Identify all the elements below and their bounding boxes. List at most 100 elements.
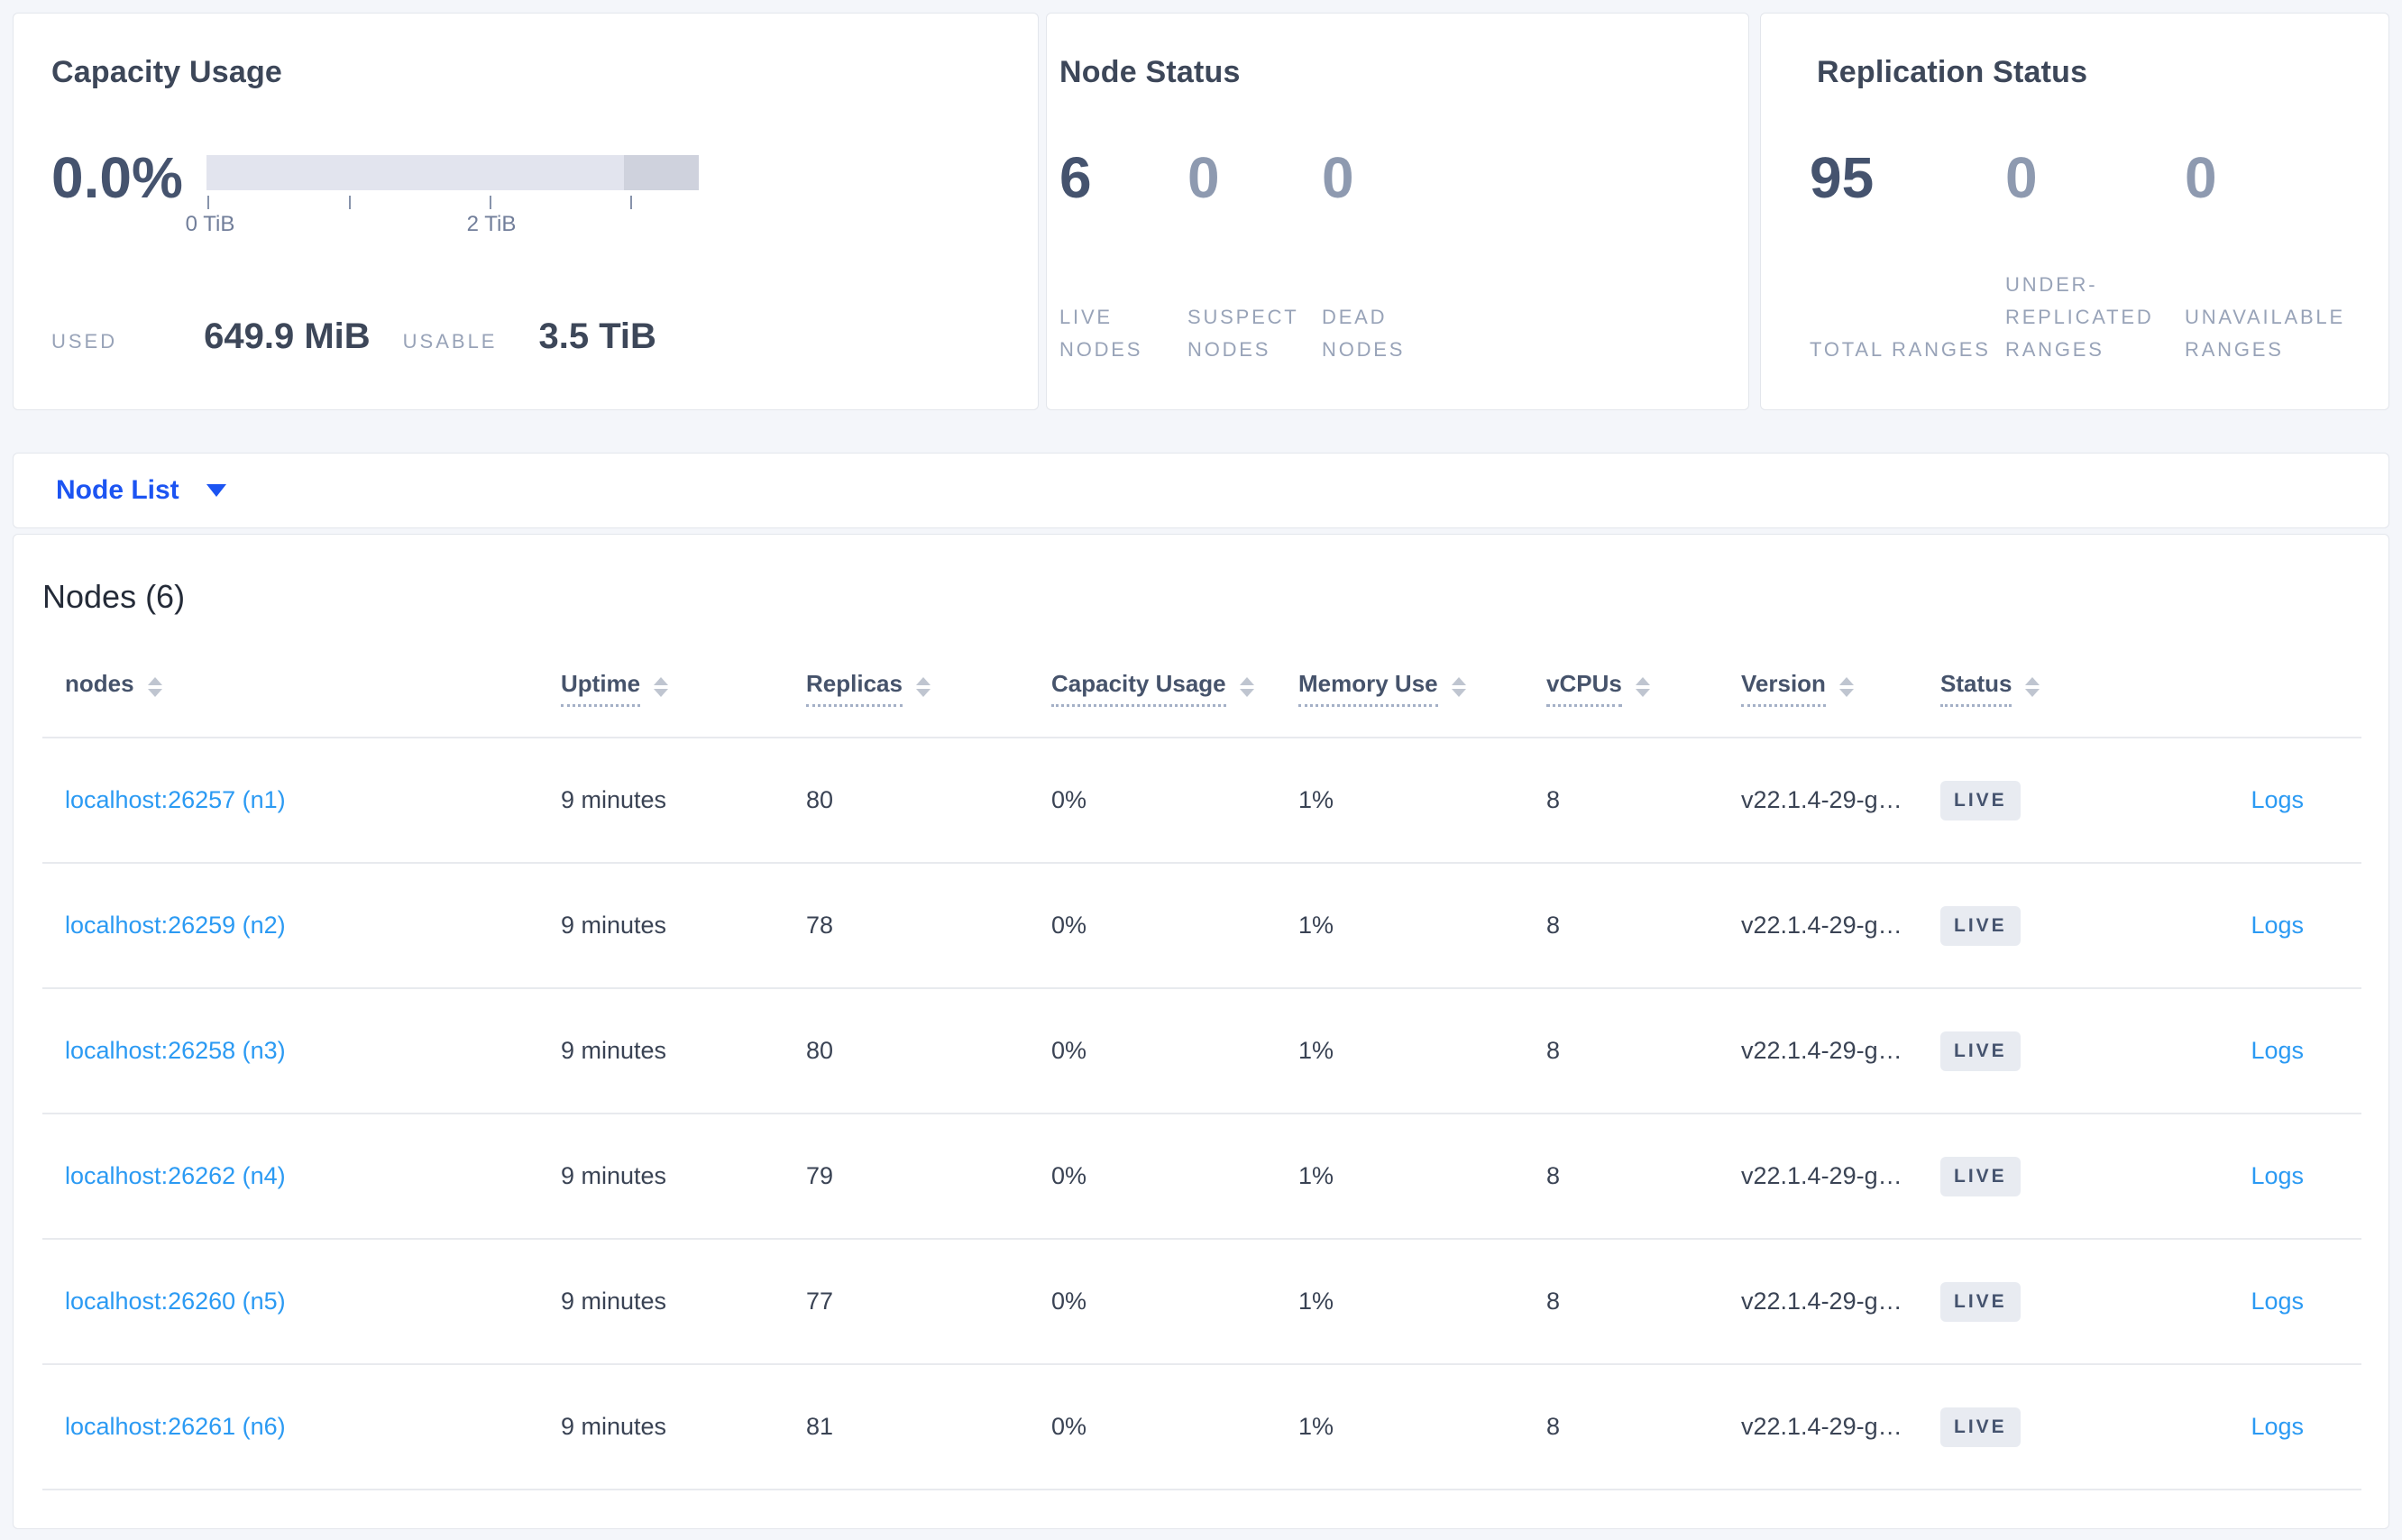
column-header-replicas[interactable]: Replicas [784, 670, 1029, 707]
capacity-usage-cell: 0% [1051, 786, 1087, 813]
status-badge: LIVE [1940, 905, 2021, 946]
total-ranges-metric: 95 TOTAL RANGES [1810, 145, 2005, 366]
capacity-percent: 0.0% [51, 145, 183, 210]
live-nodes-value: 6 [1059, 145, 1092, 210]
live-nodes-metric: 6 LIVE NODES [1059, 145, 1187, 366]
axis-label-0tib: 0 TiB [185, 212, 235, 236]
uptime-cell: 9 minutes [561, 1037, 667, 1064]
node-list-dropdown-label: Node List [56, 475, 179, 505]
node-link[interactable]: localhost:26261 (n6) [65, 1413, 286, 1440]
column-header-nodes[interactable]: nodes [42, 670, 538, 707]
replicas-cell: 77 [806, 1288, 834, 1315]
table-row: localhost:26259 (n2) 9 minutes 78 0% 1% … [42, 864, 2361, 989]
nodes-section-title: Nodes (6) [42, 578, 186, 615]
suspect-nodes-metric: 0 SUSPECT NODES [1187, 145, 1322, 366]
vcpus-cell: 8 [1546, 786, 1561, 813]
column-header-capacity-usage[interactable]: Capacity Usage [1029, 670, 1276, 707]
memory-use-cell: 1% [1298, 1288, 1334, 1315]
under-replicated-ranges-label: UNDER-REPLICATED RANGES [2005, 273, 2154, 361]
node-link[interactable]: localhost:26259 (n2) [65, 912, 286, 939]
status-badge: LIVE [1940, 1407, 2021, 1447]
sort-icon [1838, 676, 1854, 697]
node-link[interactable]: localhost:26260 (n5) [65, 1288, 286, 1315]
status-badge: LIVE [1940, 1281, 2021, 1322]
uptime-cell: 9 minutes [561, 912, 667, 939]
live-nodes-label: LIVE NODES [1059, 306, 1143, 361]
column-header-uptime[interactable]: Uptime [538, 670, 784, 707]
replication-status-card: Replication Status 95 TOTAL RANGES 0 UND… [1760, 13, 2389, 410]
replicas-cell: 81 [806, 1413, 834, 1440]
capacity-bar-reserved-segment [624, 155, 699, 190]
logs-link[interactable]: Logs [2251, 1037, 2304, 1064]
under-replicated-ranges-metric: 0 UNDER-REPLICATED RANGES [2005, 149, 2185, 366]
sort-icon [1635, 676, 1650, 697]
vcpus-cell: 8 [1546, 912, 1561, 939]
node-list-dropdown[interactable]: Node List [13, 453, 2389, 528]
sort-icon [147, 676, 162, 697]
node-link[interactable]: localhost:26257 (n1) [65, 786, 286, 813]
nodes-table-card: Nodes (6) nodes Uptime Replicas Capacity… [13, 534, 2389, 1529]
table-row: localhost:26260 (n5) 9 minutes 77 0% 1% … [42, 1240, 2361, 1365]
logs-link[interactable]: Logs [2251, 786, 2304, 813]
memory-use-cell: 1% [1298, 1037, 1334, 1064]
axis-label-2tib: 2 TiB [466, 212, 517, 236]
version-cell: v22.1.4-29-g… [1741, 786, 1902, 813]
used-value: 649.9 MiB [204, 316, 371, 356]
table-row: localhost:26258 (n3) 9 minutes 80 0% 1% … [42, 989, 2361, 1114]
suspect-nodes-value: 0 [1187, 145, 1220, 210]
memory-use-cell: 1% [1298, 1413, 1334, 1440]
memory-use-cell: 1% [1298, 786, 1334, 813]
column-header-vcpus[interactable]: vCPUs [1524, 670, 1719, 707]
logs-link[interactable]: Logs [2251, 1288, 2304, 1315]
replicas-cell: 79 [806, 1162, 834, 1189]
capacity-usage-card: Capacity Usage 0.0% 0 TiB 2 TiB USED 649… [13, 13, 1039, 410]
replicas-cell: 80 [806, 1037, 834, 1064]
version-cell: v22.1.4-29-g… [1741, 1037, 1902, 1064]
dead-nodes-value: 0 [1322, 145, 1354, 210]
total-ranges-value: 95 [1810, 145, 1875, 210]
version-cell: v22.1.4-29-g… [1741, 1288, 1902, 1315]
vcpus-cell: 8 [1546, 1288, 1561, 1315]
memory-use-cell: 1% [1298, 1162, 1334, 1189]
replicas-cell: 80 [806, 786, 834, 813]
uptime-cell: 9 minutes [561, 1413, 667, 1440]
uptime-cell: 9 minutes [561, 1288, 667, 1315]
sort-icon [2025, 676, 2040, 697]
chevron-down-icon [206, 484, 226, 497]
column-header-version[interactable]: Version [1719, 670, 1918, 707]
table-row: localhost:26262 (n4) 9 minutes 79 0% 1% … [42, 1114, 2361, 1240]
logs-link[interactable]: Logs [2251, 912, 2304, 939]
capacity-bar-track [206, 155, 699, 190]
node-link[interactable]: localhost:26258 (n3) [65, 1037, 286, 1064]
logs-link[interactable]: Logs [2251, 1413, 2304, 1440]
nodes-table-header: nodes Uptime Replicas Capacity Usage Mem… [42, 670, 2361, 738]
dead-nodes-metric: 0 DEAD NODES [1322, 145, 1441, 366]
usable-value: 3.5 TiB [538, 316, 656, 356]
node-status-card: Node Status 6 LIVE NODES 0 SUSPECT NODES… [1046, 13, 1749, 410]
uptime-cell: 9 minutes [561, 1162, 667, 1189]
status-badge: LIVE [1940, 780, 2021, 820]
capacity-usage-cell: 0% [1051, 1413, 1087, 1440]
capacity-axis-ticks [206, 196, 699, 210]
replicas-cell: 78 [806, 912, 834, 939]
vcpus-cell: 8 [1546, 1162, 1561, 1189]
used-label: USED [51, 330, 118, 353]
column-header-memory-use[interactable]: Memory Use [1276, 670, 1524, 707]
nodes-table-body: localhost:26257 (n1) 9 minutes 80 0% 1% … [42, 738, 2361, 1490]
total-ranges-label: TOTAL RANGES [1810, 338, 1991, 361]
version-cell: v22.1.4-29-g… [1741, 1162, 1902, 1189]
sort-icon [915, 676, 931, 697]
unavailable-ranges-label: UNAVAILABLE RANGES [2185, 306, 2345, 361]
sort-icon [1239, 676, 1254, 697]
column-header-status[interactable]: Status [1918, 670, 2124, 707]
dead-nodes-label: DEAD NODES [1322, 306, 1406, 361]
status-badge: LIVE [1940, 1156, 2021, 1196]
replication-status-title: Replication Status [1817, 55, 2088, 89]
capacity-usage-cell: 0% [1051, 912, 1087, 939]
logs-link[interactable]: Logs [2251, 1162, 2304, 1189]
uptime-cell: 9 minutes [561, 786, 667, 813]
node-link[interactable]: localhost:26262 (n4) [65, 1162, 286, 1189]
version-cell: v22.1.4-29-g… [1741, 912, 1902, 939]
capacity-usage-title: Capacity Usage [51, 55, 283, 89]
table-row: localhost:26257 (n1) 9 minutes 80 0% 1% … [42, 738, 2361, 864]
